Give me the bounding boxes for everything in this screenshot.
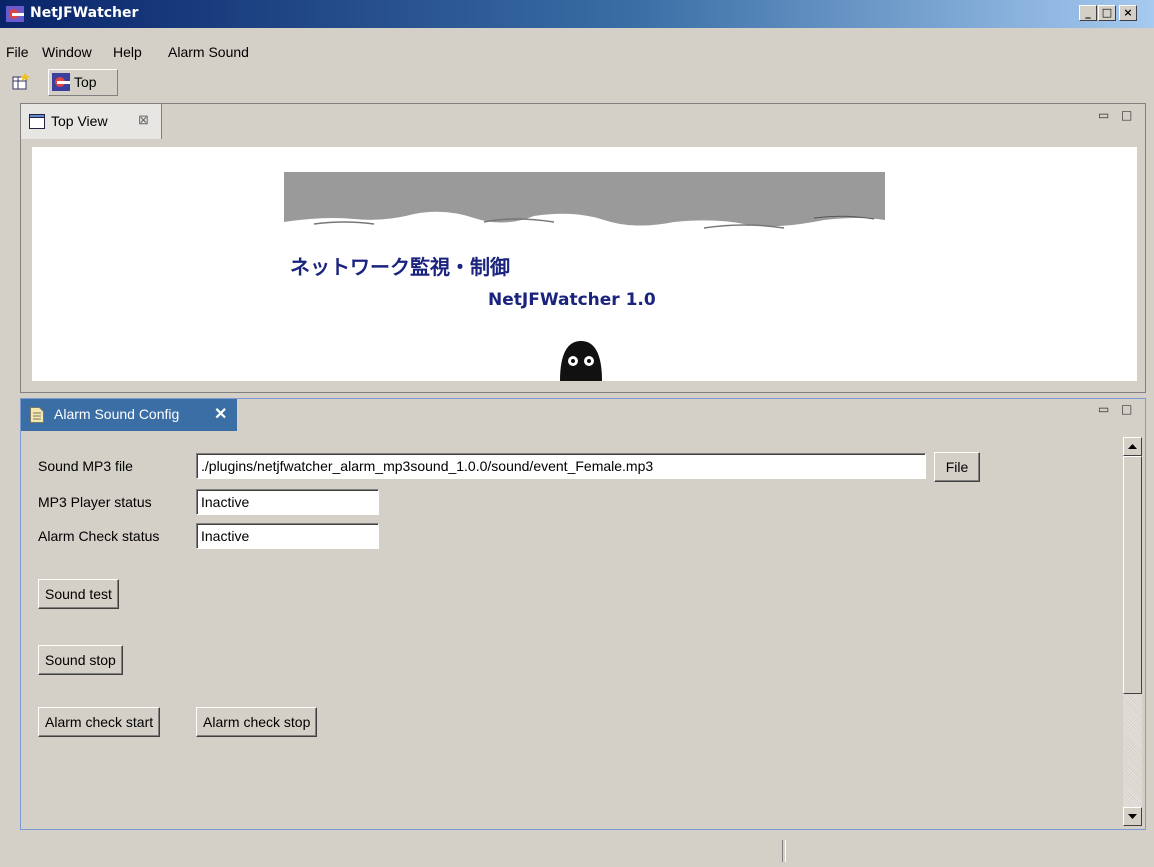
view-icon bbox=[29, 114, 45, 129]
arrow-down-icon bbox=[1128, 814, 1137, 819]
minimize-button[interactable]: _ bbox=[1079, 5, 1097, 21]
sound-test-button[interactable]: Sound test bbox=[38, 579, 119, 609]
title-bar: NetJFWatcher _ □ × bbox=[0, 0, 1154, 28]
menu-file[interactable]: File bbox=[6, 44, 29, 60]
window-title: NetJFWatcher bbox=[30, 5, 139, 21]
banner-heading: ネットワーク監視・制御 bbox=[290, 255, 510, 279]
alarm-check-stop-button[interactable]: Alarm check stop bbox=[196, 707, 318, 737]
maximize-view-icon[interactable]: □ bbox=[1121, 402, 1132, 416]
scroll-thumb[interactable] bbox=[1123, 456, 1142, 694]
maximize-button[interactable]: □ bbox=[1098, 5, 1116, 21]
player-status-field bbox=[196, 489, 379, 515]
perspective-top-button[interactable]: Top bbox=[48, 69, 118, 96]
menu-alarm-sound[interactable]: Alarm Sound bbox=[168, 44, 249, 60]
menu-help[interactable]: Help bbox=[113, 44, 142, 60]
mascot-image bbox=[560, 341, 602, 381]
app-icon bbox=[6, 6, 24, 22]
perspective-icon bbox=[52, 73, 70, 91]
tab-top-view[interactable]: Top View ⊠ bbox=[20, 103, 162, 139]
arrow-up-icon bbox=[1128, 444, 1137, 449]
check-status-field bbox=[196, 523, 379, 549]
sound-stop-button[interactable]: Sound stop bbox=[38, 645, 123, 675]
minimize-view-icon[interactable]: ▭ bbox=[1098, 402, 1109, 416]
banner-landscape-image bbox=[284, 172, 885, 238]
check-status-label: Alarm Check status bbox=[38, 528, 160, 544]
tab-top-view-label: Top View bbox=[51, 113, 108, 129]
alarm-check-start-button[interactable]: Alarm check start bbox=[38, 707, 161, 737]
scroll-down-button[interactable] bbox=[1123, 807, 1142, 826]
banner-product-name: NetJFWatcher 1.0 bbox=[488, 290, 656, 310]
minimize-view-icon[interactable]: ▭ bbox=[1098, 108, 1109, 122]
sound-file-label: Sound MP3 file bbox=[38, 458, 133, 474]
status-separator bbox=[782, 840, 786, 862]
status-bar bbox=[0, 838, 1154, 867]
close-button[interactable]: × bbox=[1119, 5, 1137, 21]
scroll-up-button[interactable] bbox=[1123, 437, 1142, 456]
tab-close-icon[interactable]: ✕ bbox=[214, 404, 227, 424]
tab-alarm-sound-config-label: Alarm Sound Config bbox=[54, 406, 180, 422]
perspective-label: Top bbox=[74, 74, 97, 90]
top-view-canvas: ネットワーク監視・制御 NetJFWatcher 1.0 bbox=[32, 147, 1137, 381]
open-perspective-icon[interactable] bbox=[12, 73, 30, 91]
sound-file-input[interactable] bbox=[196, 453, 926, 479]
menu-window[interactable]: Window bbox=[42, 44, 92, 60]
maximize-view-icon[interactable]: □ bbox=[1121, 108, 1132, 122]
file-browse-button[interactable]: File bbox=[934, 452, 980, 482]
document-icon bbox=[30, 407, 44, 423]
tab-alarm-sound-config[interactable]: Alarm Sound Config ✕ bbox=[21, 399, 237, 431]
tab-close-icon[interactable]: ⊠ bbox=[138, 112, 149, 128]
player-status-label: MP3 Player status bbox=[38, 494, 152, 510]
